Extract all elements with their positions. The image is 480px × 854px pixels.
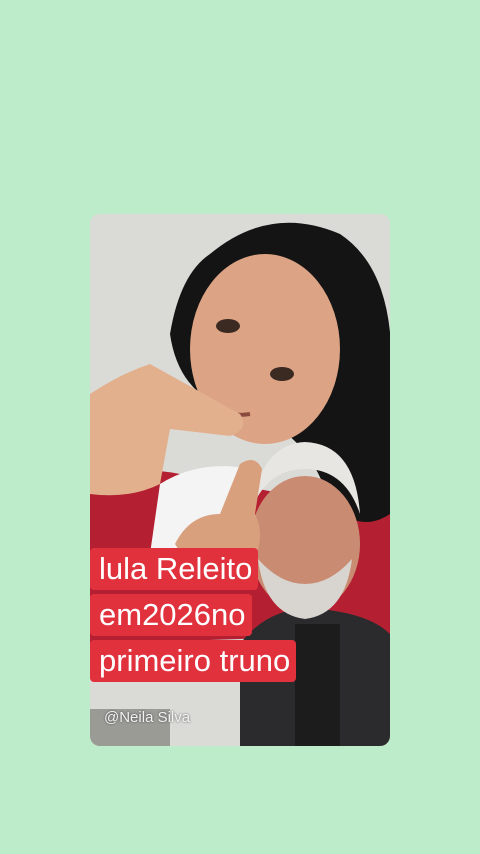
caption-line-3: primeiro truno [90, 640, 297, 682]
watermark: @Neila Silva [104, 709, 191, 726]
caption-line-1: lula Releito [90, 548, 259, 590]
caption-line-2: em2026no [90, 594, 252, 636]
